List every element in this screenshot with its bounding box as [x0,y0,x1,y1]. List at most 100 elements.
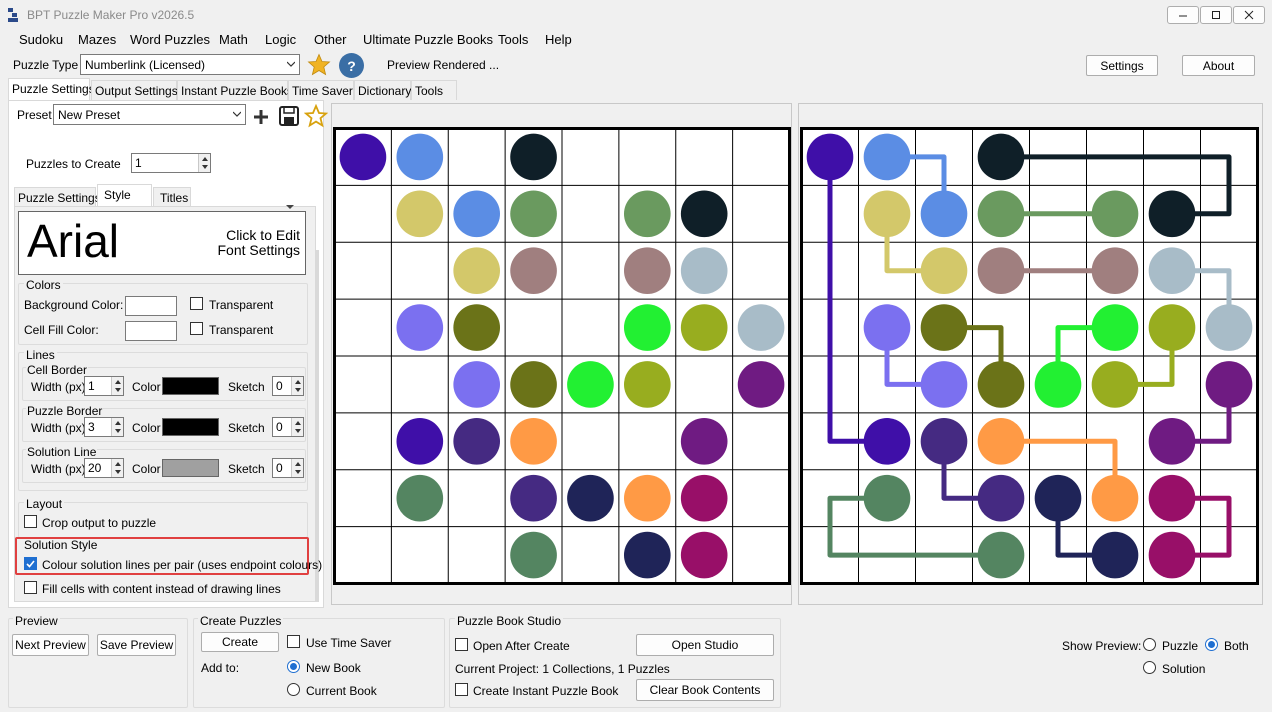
help-icon[interactable]: ? [339,53,364,78]
cell-border-width-label: Width (px) [31,380,86,394]
puzzle-border-color-label: Color [132,421,161,435]
create-instant-book-checkbox[interactable] [455,683,468,696]
endpoint-dot [920,417,968,465]
endpoint-dot [396,417,444,465]
cell-border-width-input[interactable]: 1 [84,376,124,396]
subtab-puzzle-settings[interactable]: Puzzle Settings [14,187,101,207]
preset-select[interactable]: New Preset [53,104,246,125]
endpoint-dot [1091,531,1139,579]
scrollbar[interactable] [316,250,319,602]
spin-buttons[interactable] [198,154,210,172]
settings-button[interactable]: Settings [1086,55,1158,76]
save-preview-button[interactable]: Save Preview [97,634,176,656]
spin-arrows-icon [295,462,301,474]
background-transparent-checkbox[interactable] [190,297,203,310]
open-studio-button[interactable]: Open Studio [636,634,774,656]
menu-math[interactable]: Math [219,32,248,47]
spin-buttons[interactable] [111,418,123,436]
scroll-up-icon[interactable] [283,203,297,211]
menu-tools[interactable]: Tools [498,32,528,47]
background-color-swatch[interactable] [125,296,177,316]
puzzles-to-create-input[interactable]: 1 [131,153,211,173]
favorite-preset-star-icon[interactable] [304,104,328,128]
tab-tools[interactable]: Tools [411,80,457,100]
spin-buttons[interactable] [291,377,303,395]
solution-line-width-input[interactable]: 20 [84,458,124,478]
colour-solution-lines-checkbox[interactable] [24,557,37,570]
save-preset-icon[interactable] [278,105,300,127]
background-transparent-label: Transparent [209,298,274,312]
spin-buttons[interactable] [291,418,303,436]
solution-preview [800,127,1259,585]
maximize-button[interactable] [1200,6,1232,24]
cell-border-sketch-input[interactable]: 0 [272,376,304,396]
fill-cells-checkbox[interactable] [24,581,37,594]
endpoint-dot [339,133,387,181]
endpoint-dot [510,247,557,295]
tab-puzzle-settings[interactable]: Puzzle Settings [8,78,95,100]
cell-border-color-label: Color [132,380,161,394]
puzzle-border-color-swatch[interactable] [162,418,219,436]
current-book-radio[interactable] [287,683,300,696]
current-book-label: Current Book [306,684,377,698]
puzzle-border-title: Puzzle Border [26,404,104,418]
tab-output-settings[interactable]: Output Settings [91,80,178,100]
use-time-saver-label: Use Time Saver [306,636,392,650]
create-puzzles-title: Create Puzzles [198,614,284,628]
preset-label: Preset [17,108,52,122]
menu-word-puzzles[interactable]: Word Puzzles [130,32,210,47]
puzzle-border-width-value: 3 [88,420,95,434]
menu-mazes[interactable]: Mazes [78,32,116,47]
minimize-button[interactable] [1167,6,1199,24]
use-time-saver-checkbox[interactable] [287,635,300,648]
show-solution-radio[interactable] [1143,661,1156,674]
tab-instant-puzzle-books[interactable]: Instant Puzzle Books [177,80,293,100]
solution-line-color-swatch[interactable] [162,459,219,477]
cell-border-color-swatch[interactable] [162,377,219,395]
fill-cells-label: Fill cells with content instead of drawi… [42,582,281,596]
close-button[interactable] [1233,6,1265,24]
favorite-star-icon[interactable] [307,53,331,77]
menu-other[interactable]: Other [314,32,347,47]
next-preview-button[interactable]: Next Preview [12,634,89,656]
solution-line-title: Solution Line [26,445,98,459]
subtab-titles[interactable]: Titles [153,187,191,207]
spin-buttons[interactable] [291,459,303,477]
sub-tabs: Puzzle Settings Style Titles [14,184,191,207]
solution-line-width-label: Width (px) [31,462,86,476]
font-settings-box[interactable]: Arial Click to Edit Font Settings [18,211,306,275]
spin-buttons[interactable] [111,377,123,395]
solution-line-sketch-input[interactable]: 0 [272,458,304,478]
tab-time-saver[interactable]: Time Saver [288,80,354,100]
endpoint-dot [977,531,1025,579]
menu-ultimate-puzzle-books[interactable]: Ultimate Puzzle Books [363,32,493,47]
puzzle-type-select[interactable]: Numberlink (Licensed) [80,54,300,75]
puzzle-border-width-input[interactable]: 3 [84,417,124,437]
clear-book-contents-button[interactable]: Clear Book Contents [636,679,774,701]
puzzle-border-sketch-input[interactable]: 0 [272,417,304,437]
subtab-style[interactable]: Style [97,184,152,206]
menu-sudoku[interactable]: Sudoku [19,32,63,47]
spin-buttons[interactable] [111,459,123,477]
puzzle-type-value: Numberlink (Licensed) [85,58,206,72]
create-button[interactable]: Create [201,632,279,652]
add-preset-icon[interactable] [251,107,271,127]
menu-logic[interactable]: Logic [265,32,296,47]
open-after-create-checkbox[interactable] [455,638,468,651]
show-both-radio[interactable] [1205,638,1218,651]
new-book-radio[interactable] [287,660,300,673]
solution-line-sketch-label: Sketch [228,462,265,476]
endpoint-dot [1148,190,1196,238]
spin-arrows-icon [115,380,121,392]
endpoint-dot [623,361,671,408]
cell-fill-transparent-checkbox[interactable] [190,322,203,335]
cell-fill-color-swatch[interactable] [125,321,177,341]
menu-help[interactable]: Help [545,32,572,47]
tab-dictionary[interactable]: Dictionary [354,80,411,100]
endpoint-dot [567,361,614,408]
about-button[interactable]: About [1182,55,1255,76]
crop-output-checkbox[interactable] [24,515,37,528]
puzzle-border-width-label: Width (px) [31,421,86,435]
cell-border-sketch-value: 0 [276,379,283,393]
show-puzzle-radio[interactable] [1143,638,1156,651]
